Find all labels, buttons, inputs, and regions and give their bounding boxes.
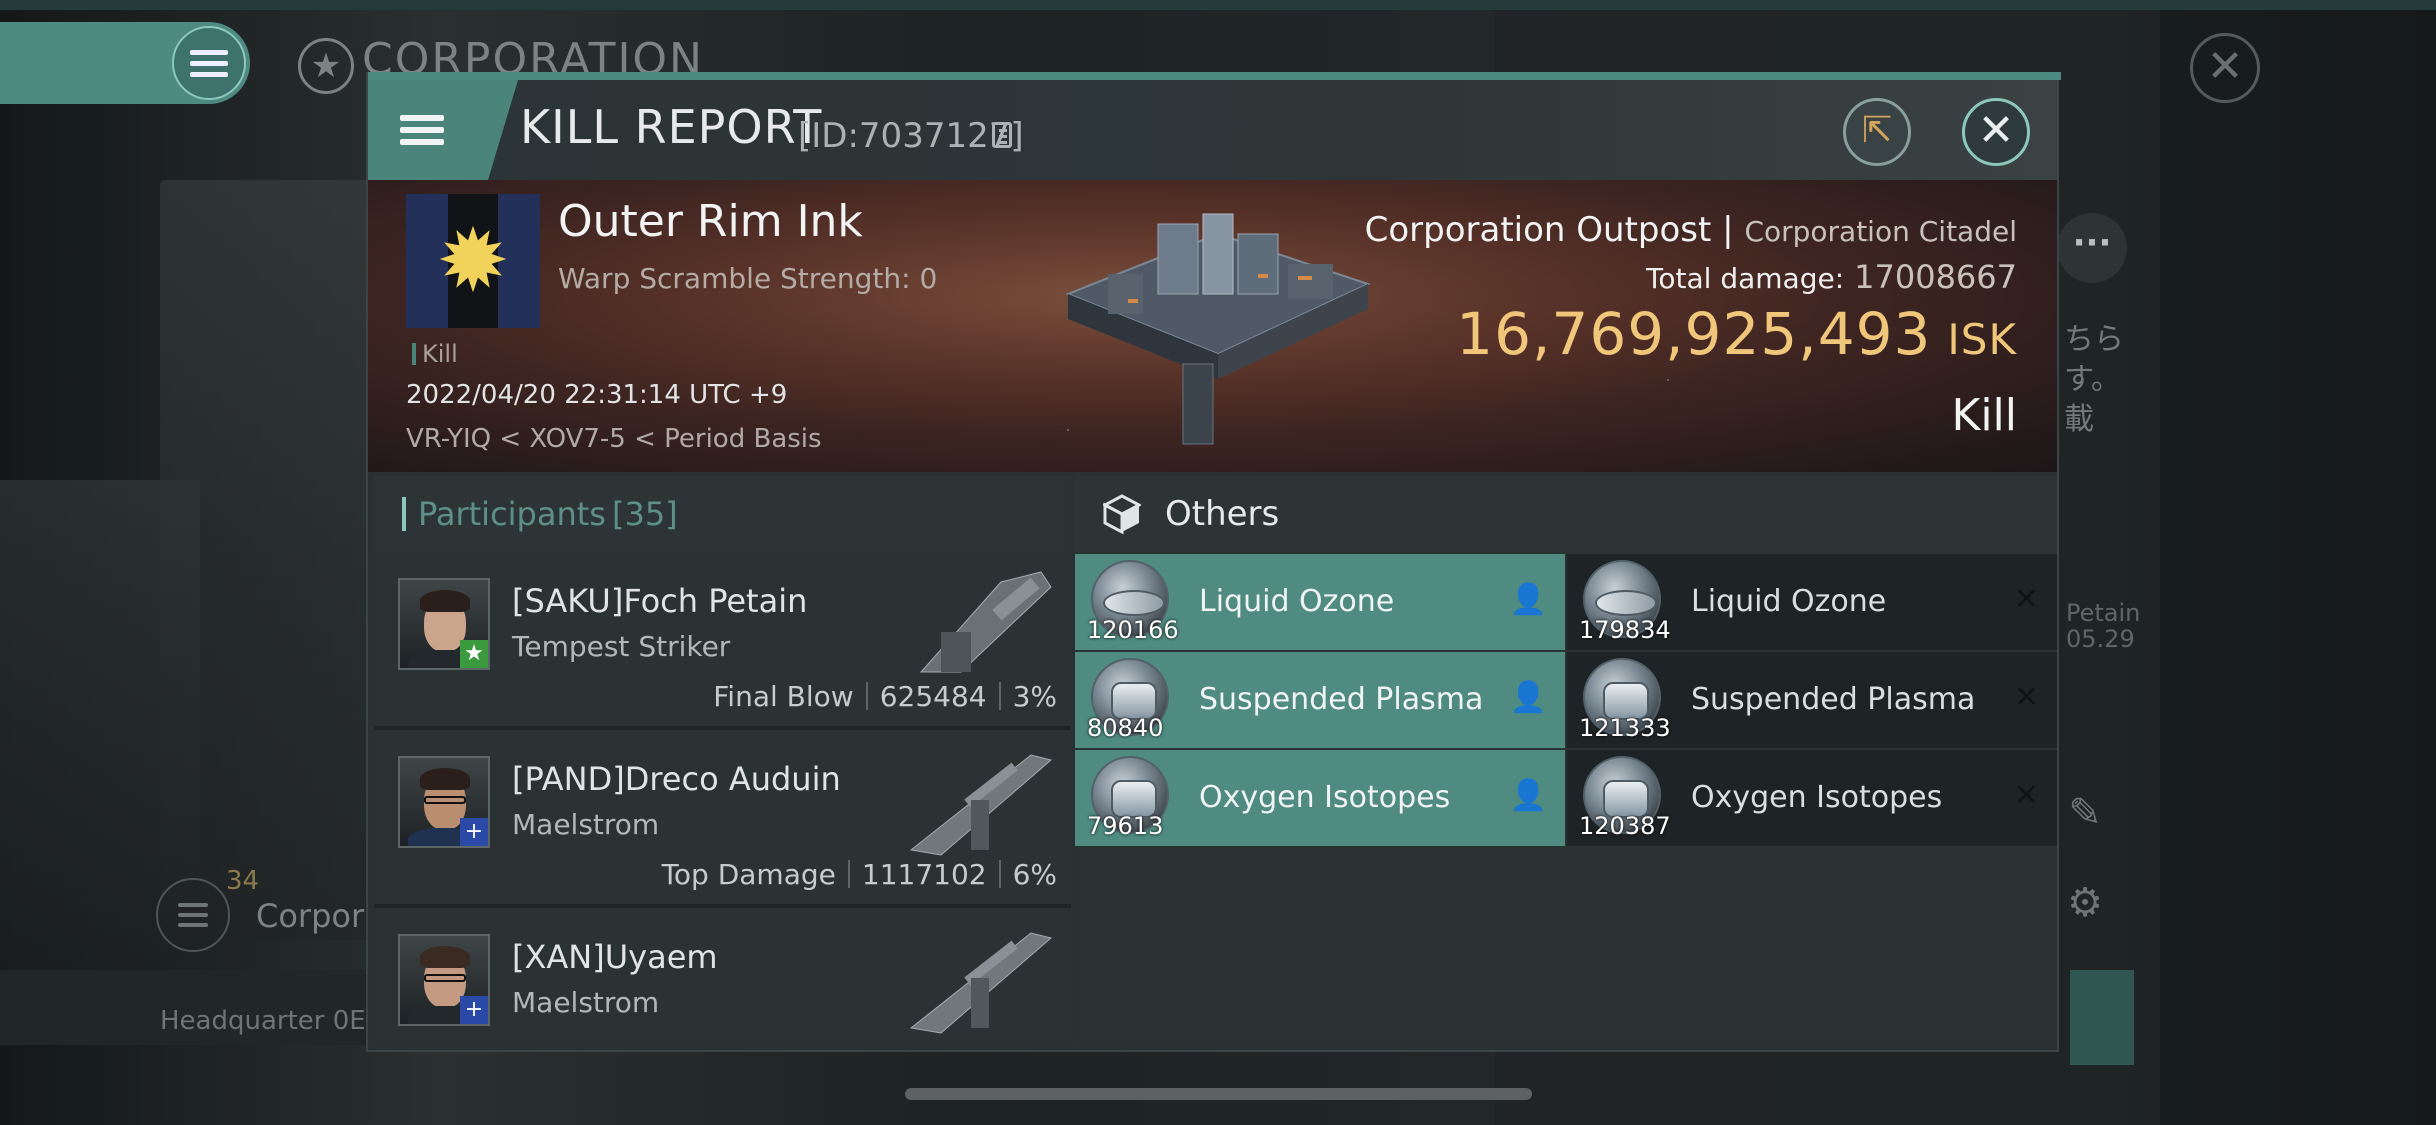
headquarter-label: Headquarter 0E- (160, 1006, 376, 1036)
close-icon[interactable]: ✕ (1962, 98, 2030, 166)
participants-panel[interactable]: Participants [35] ★ [SAKU]Foch Petain Tem… (374, 476, 1071, 1044)
others-header: Others (1075, 476, 2057, 552)
star-badge-icon: ★ (460, 640, 488, 668)
isk-value: 16,769,925,493 ISK (1456, 300, 2017, 368)
item-tile[interactable]: 120166 Liquid Ozone 👤 (1075, 554, 1565, 650)
share-icon[interactable]: ⇱ (1843, 98, 1911, 166)
item-tile[interactable]: 79613 Oxygen Isotopes 👤 (1075, 750, 1565, 846)
citadel-structure-image (1065, 213, 1371, 445)
background-message-preview: Petain 05.29 (2066, 599, 2141, 653)
person-icon: 👤 (1509, 680, 1547, 715)
report-id: [ID:7037127] (798, 116, 1024, 156)
menu-icon (172, 26, 246, 100)
item-name: Oxygen Isotopes (1199, 780, 1451, 815)
participants-header: Participants [35] (374, 476, 1071, 552)
background-topbar (0, 0, 2436, 10)
item-tile[interactable]: 80840 Suspended Plasma 👤 (1075, 652, 1565, 748)
kill-result: Kill (1951, 390, 2017, 441)
background-close-icon[interactable]: ✕ (2190, 33, 2260, 103)
plus-badge-icon: + (460, 818, 488, 846)
destroyed-x-icon: ✕ (2013, 680, 2039, 715)
item-name: Liquid Ozone (1199, 584, 1395, 619)
destroyed-x-icon: ✕ (2013, 778, 2039, 813)
avatar[interactable]: + (398, 756, 490, 848)
dialog-title: KILL REPORT (520, 100, 823, 154)
person-icon: 👤 (1509, 778, 1547, 813)
corporation-menu-button[interactable] (156, 878, 230, 952)
item-name: Liquid Ozone (1691, 584, 1887, 619)
dialog-header: KILL REPORT [ID:7037127] ⇱ ✕ (368, 80, 2057, 180)
participant-stats: Final Blow 625484 3% (713, 680, 1057, 713)
participant-name: [PAND]Dreco Auduin (512, 760, 841, 798)
more-options-icon[interactable]: ··· (2057, 213, 2127, 283)
corporation-icon: ★ (298, 38, 354, 94)
avatar[interactable]: ★ (398, 578, 490, 670)
participant-ship: Tempest Striker (512, 630, 731, 663)
kill-tag: Kill (412, 340, 458, 368)
background-japanese-text: ちら す。 載 (2064, 322, 2124, 437)
sun-emblem-icon: ✹ (436, 209, 510, 312)
corporation-logo[interactable]: ✹ (406, 194, 540, 328)
avatar[interactable]: + (398, 934, 490, 1026)
background-menu-button[interactable] (0, 22, 250, 104)
kill-report-dialog: KILL REPORT [ID:7037127] ⇱ ✕ ✹ Outer Rim… (366, 72, 2061, 1052)
participant-name: [XAN]Uyaem (512, 938, 718, 976)
item-quantity: 121333 (1579, 714, 1671, 742)
plus-badge-icon: + (460, 996, 488, 1024)
victim-name[interactable]: Outer Rim Ink (558, 196, 863, 247)
item-quantity: 80840 (1087, 714, 1164, 742)
edit-icon[interactable]: ✎ (2063, 790, 2107, 836)
item-quantity: 120166 (1087, 616, 1179, 644)
item-quantity: 120387 (1579, 812, 1671, 840)
participant-ship: Maelstrom (512, 808, 660, 841)
kill-location[interactable]: VR-YIQ < XOV7-5 < Period Basis (406, 424, 822, 454)
participant-row[interactable]: ★ [SAKU]Foch Petain Tempest Striker Fina… (374, 552, 1071, 730)
participant-row[interactable]: + [PAND]Dreco Auduin Maelstrom Top Damag… (374, 730, 1071, 908)
cube-icon (1103, 494, 1141, 534)
background-action-button[interactable] (2070, 970, 2134, 1065)
maelstrom-ship-image (909, 932, 1053, 1034)
item-tile[interactable]: 120387 Oxygen Isotopes ✕ (1567, 750, 2057, 846)
participant-row[interactable]: + [XAN]Uyaem Maelstrom (374, 908, 1071, 1044)
home-indicator[interactable] (905, 1088, 1532, 1100)
item-name: Suspended Plasma (1199, 682, 1484, 717)
hamburger-icon (400, 115, 444, 145)
settings-icon[interactable]: ⚙ (2063, 880, 2107, 926)
corporation-count: 34 (226, 866, 260, 896)
person-icon: 👤 (1509, 582, 1547, 617)
item-name: Suspended Plasma (1691, 682, 1976, 717)
maelstrom-ship-image (909, 754, 1053, 856)
destroyed-x-icon: ✕ (2013, 582, 2039, 617)
item-name: Oxygen Isotopes (1691, 780, 1943, 815)
item-tile[interactable]: 121333 Suspended Plasma ✕ (1567, 652, 2057, 748)
ship-type: Corporation Outpost | Corporation Citade… (1364, 210, 2017, 250)
copy-icon[interactable] (992, 122, 1012, 148)
dialog-accent-line (368, 72, 2061, 80)
menu-button[interactable] (368, 80, 518, 180)
total-damage: Total damage: 17008667 (1646, 258, 2017, 296)
warp-scramble-strength: Warp Scramble Strength: 0 (558, 262, 938, 295)
others-panel: Others 120166 Liquid Ozone 👤 179834 Liqu… (1075, 476, 2057, 1044)
tempest-striker-ship-image (919, 571, 1052, 673)
victim-banner: ✹ Outer Rim Ink Warp Scramble Strength: … (368, 180, 2057, 472)
kill-datetime: 2022/04/20 22:31:14 UTC +9 (406, 380, 788, 410)
participant-stats: Top Damage 1117102 6% (661, 858, 1057, 891)
item-quantity: 79613 (1087, 812, 1164, 840)
corporation-label: Corpora (256, 897, 384, 935)
participant-ship: Maelstrom (512, 986, 660, 1019)
victim-summary: Corporation Outpost | Corporation Citade… (1365, 210, 2017, 441)
item-tile[interactable]: 179834 Liquid Ozone ✕ (1567, 554, 2057, 650)
item-quantity: 179834 (1579, 616, 1671, 644)
participant-name: [SAKU]Foch Petain (512, 582, 808, 620)
